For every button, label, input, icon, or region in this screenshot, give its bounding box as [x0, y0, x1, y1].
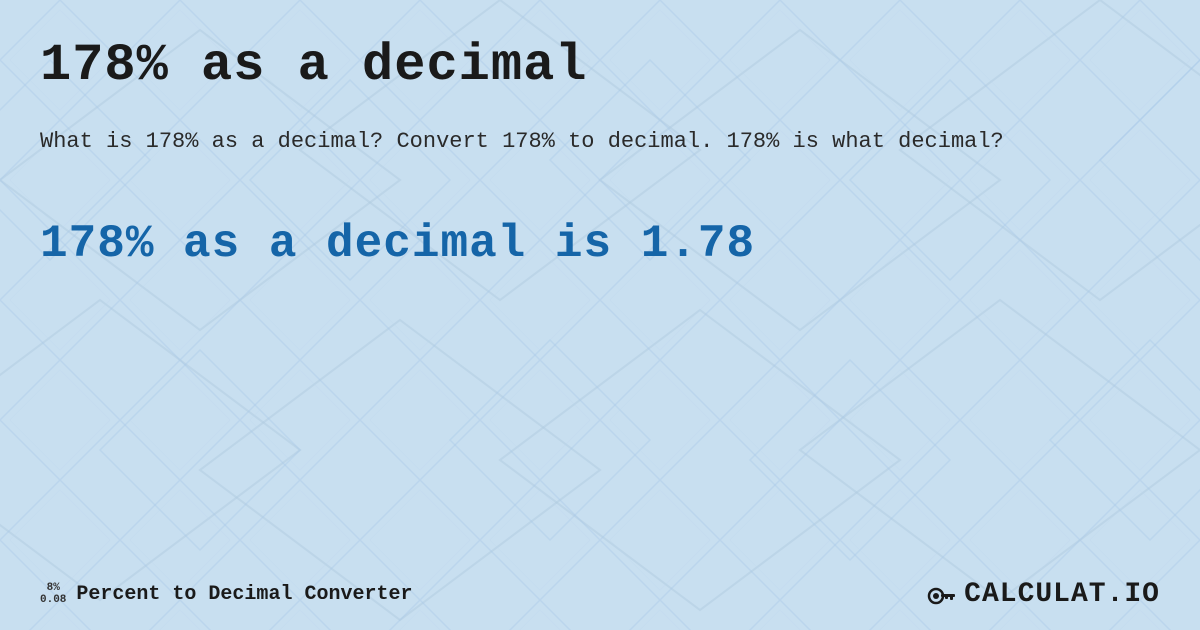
logo-icon — [924, 576, 960, 612]
logo-text: CALCULAT.IO — [964, 579, 1160, 610]
footer-label: Percent to Decimal Converter — [76, 583, 412, 606]
percent-decimal-icon: 8% 0.08 — [40, 582, 66, 606]
footer-left: 8% 0.08 Percent to Decimal Converter — [40, 582, 412, 606]
icon-bottom: 0.08 — [40, 594, 66, 606]
footer: 8% 0.08 Percent to Decimal Converter CAL… — [40, 576, 1160, 612]
page-description: What is 178% as a decimal? Convert 178% … — [40, 125, 1140, 158]
result-text: 178% as a decimal is 1.78 — [40, 218, 1160, 270]
logo-area: CALCULAT.IO — [924, 576, 1160, 612]
result-section: 178% as a decimal is 1.78 — [40, 218, 1160, 270]
icon-top: 8% — [47, 582, 60, 594]
page-title: 178% as a decimal — [40, 36, 1160, 95]
page-content: 178% as a decimal What is 178% as a deci… — [0, 0, 1200, 630]
